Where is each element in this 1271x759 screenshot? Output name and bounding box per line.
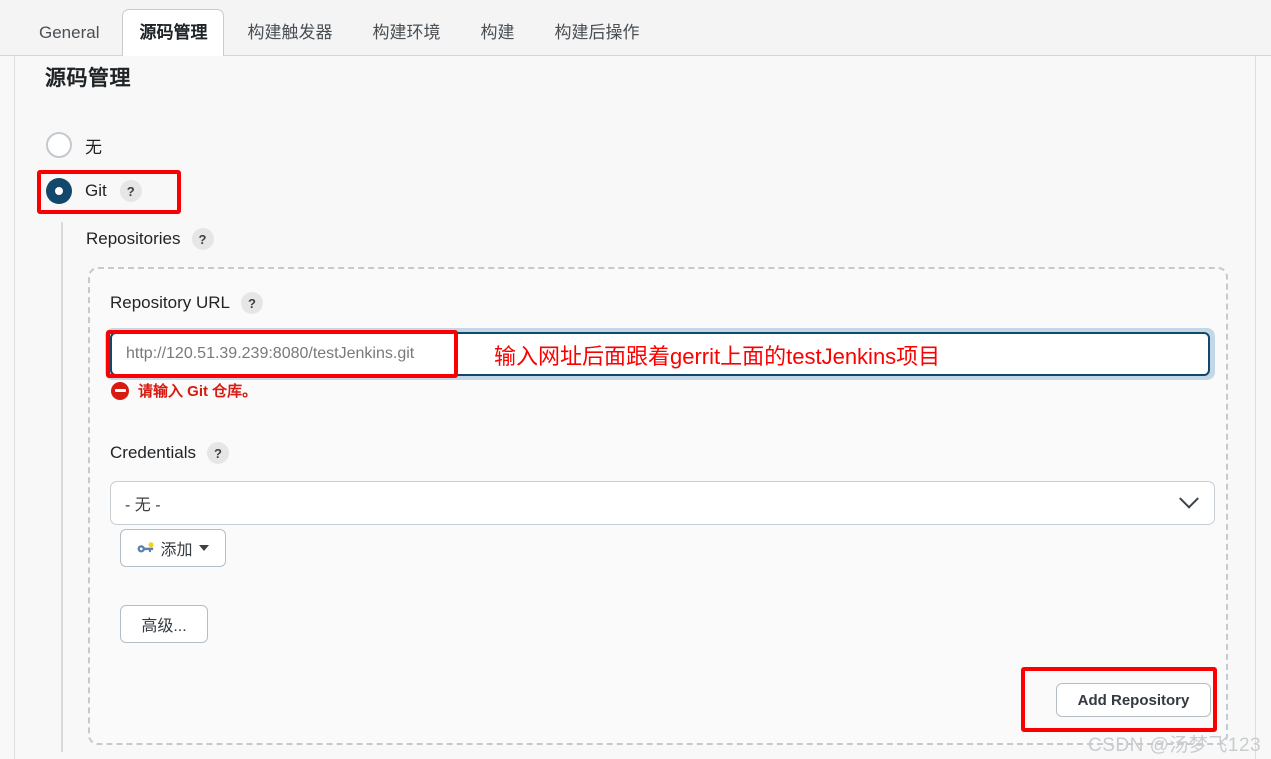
credentials-label-group: Credentials ? — [110, 442, 229, 464]
repository-url-error: 请输入 Git 仓库。 — [111, 380, 257, 401]
tab-build-triggers[interactable]: 构建触发器 — [230, 10, 349, 55]
radio-none-mark[interactable] — [46, 132, 72, 158]
tab-scm[interactable]: 源码管理 — [122, 9, 225, 56]
tab-post-build-actions[interactable]: 构建后操作 — [537, 10, 656, 55]
help-icon-credentials[interactable]: ? — [207, 442, 229, 464]
credentials-label: Credentials — [110, 443, 196, 462]
advanced-button[interactable]: 高级... — [120, 605, 208, 643]
advanced-button-label: 高级... — [141, 618, 187, 635]
chevron-down-icon[interactable] — [1179, 488, 1199, 509]
scm-option-git-label: Git — [85, 181, 107, 200]
radio-git-mark[interactable] — [46, 178, 72, 204]
page-right-border — [1255, 56, 1256, 759]
tab-build[interactable]: 构建 — [463, 10, 531, 55]
add-credentials-button[interactable]: 添加 — [120, 529, 226, 567]
tab-general[interactable]: General — [22, 10, 116, 55]
credentials-selected-value: - 无 - — [125, 497, 161, 514]
page-left-border — [14, 56, 15, 759]
watermark: CSDN @汤梦飞123 — [1088, 735, 1262, 756]
add-credentials-label: 添加 — [160, 542, 193, 559]
scm-option-git[interactable]: Git ? — [46, 178, 142, 204]
key-icon — [138, 542, 155, 553]
caret-down-icon — [198, 545, 209, 551]
add-repository-button[interactable]: Add Repository — [1056, 683, 1211, 717]
tab-build-environment[interactable]: 构建环境 — [355, 10, 457, 55]
error-circle-minus-icon — [111, 381, 129, 400]
repository-url-label: Repository URL — [110, 293, 230, 312]
repositories-label: Repositories — [86, 229, 181, 248]
config-tabbar: General 源码管理 构建触发器 构建环境 构建 构建后操作 — [0, 0, 1271, 56]
credentials-select[interactable]: - 无 - — [110, 481, 1215, 525]
page-title: 源码管理 — [45, 67, 131, 90]
repositories-label-group: Repositories ? — [86, 228, 214, 250]
repository-url-error-text: 请输入 Git 仓库。 — [138, 383, 258, 400]
add-repository-label: Add Repository — [1077, 691, 1190, 709]
annotation-note-url: 输入网址后面跟着gerrit上面的testJenkins项目 — [494, 344, 941, 369]
scm-option-none-label: 无 — [85, 137, 102, 157]
git-section-rule — [61, 222, 63, 752]
scm-option-none[interactable]: 无 — [46, 132, 102, 158]
help-icon-repository-url[interactable]: ? — [241, 292, 263, 314]
help-icon-git[interactable]: ? — [119, 180, 142, 202]
help-icon-repositories[interactable]: ? — [191, 228, 214, 250]
repository-url-label-group: Repository URL ? — [110, 292, 263, 314]
